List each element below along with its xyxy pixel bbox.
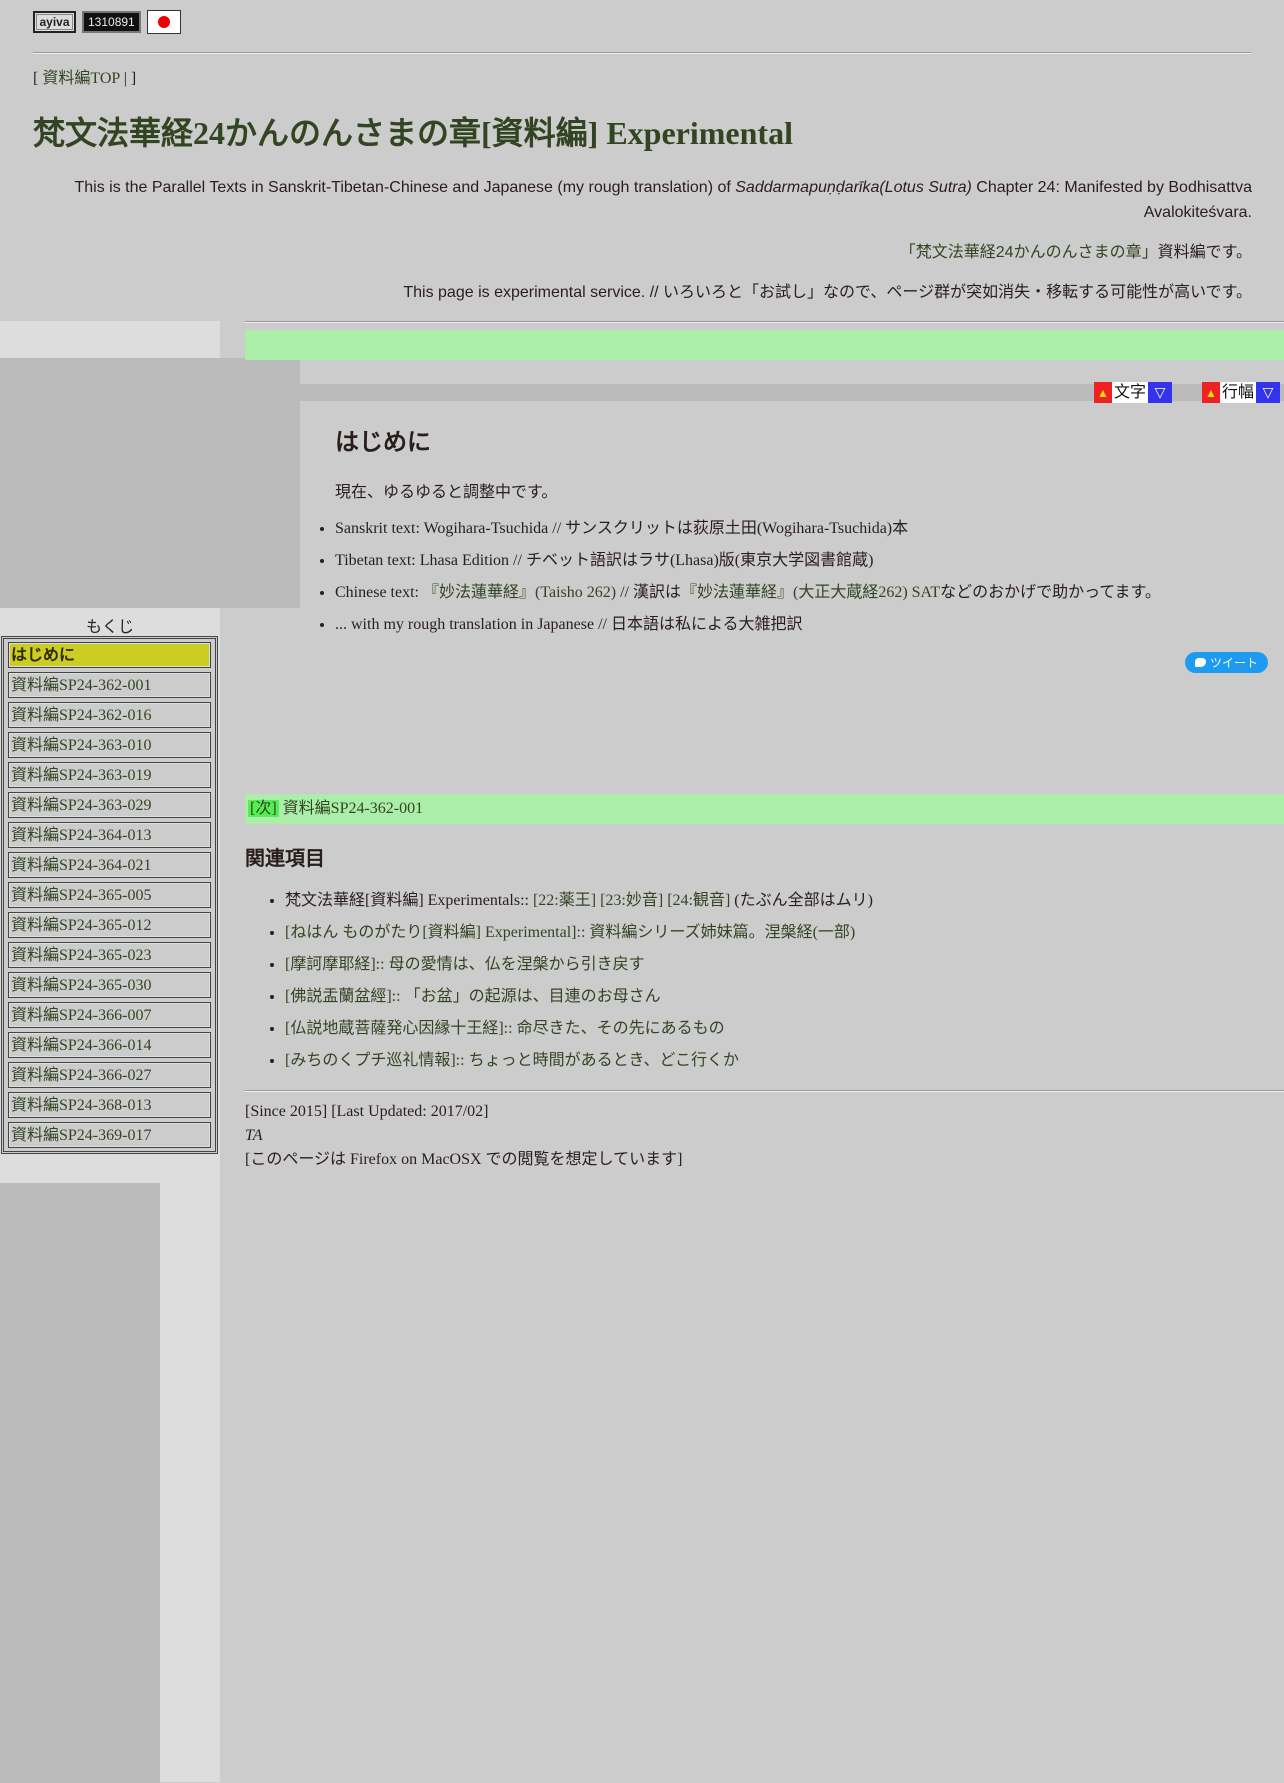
breadcrumb: [ 資料編TOP | ] [33, 64, 136, 88]
toc-item[interactable]: 資料編SP24-366-027 [8, 1062, 211, 1088]
breadcrumb-close: | ] [119, 70, 137, 87]
header-divider [33, 52, 1251, 54]
related-title: 関連項目 [245, 846, 325, 870]
toc-item[interactable]: 資料編SP24-365-005 [8, 882, 211, 908]
related-link-michinoku[interactable]: [みちのくプチ巡礼情報] [285, 1052, 456, 1069]
intro-japanese: 「梵文法華経24かんのんさまの章」資料編です。 [52, 240, 1252, 265]
toc-item[interactable]: 資料編SP24-364-013 [8, 822, 211, 848]
related-text: :: ちょっと時間があるとき、どこ行くか [455, 1052, 739, 1069]
toc-list: はじめに 資料編SP24-362-001 資料編SP24-362-016 資料編… [1, 636, 218, 1154]
footer-dates: [Since 2015] [Last Updated: 2017/02] [245, 1103, 489, 1120]
toc-item[interactable]: 資料編SP24-365-023 [8, 942, 211, 968]
font-down-icon[interactable]: ▽ [1147, 382, 1172, 403]
toc-item[interactable]: 資料編SP24-362-001 [8, 672, 211, 698]
toc-item[interactable]: 資料編SP24-368-013 [8, 1092, 211, 1118]
related-text: :: 「お盆」の起源は、目連のお母さん [391, 988, 661, 1005]
related-list: 梵文法華経[資料編] Experimentals:: [22:薬王] [23:妙… [265, 890, 1284, 1082]
source-label: Chinese text: [335, 584, 423, 601]
toc-item-intro[interactable]: はじめに [8, 642, 211, 668]
list-item: 梵文法華経[資料編] Experimentals:: [22:薬王] [23:妙… [285, 890, 1284, 922]
intro-english: This is the Parallel Texts in Sanskrit-T… [52, 175, 1252, 225]
tweet-button[interactable]: ツイート [1184, 652, 1268, 673]
intro-text-after: Chapter 24: Manifested by Bodhisattva Av… [971, 179, 1252, 221]
toc-label: もくじ [85, 619, 134, 636]
ad-placeholder-bottom [0, 1183, 160, 1783]
site-logo-button[interactable]: ayiva [33, 11, 76, 33]
list-item: [佛説盂蘭盆經]:: 「お盆」の起源は、目連のお母さん [285, 986, 1284, 1018]
width-up-icon[interactable]: ▲ [1201, 382, 1220, 403]
related-link-urabon[interactable]: [佛説盂蘭盆經] [285, 988, 392, 1005]
japan-flag-icon[interactable] [146, 10, 181, 34]
next-tag: [次] [248, 800, 279, 817]
chapter-link[interactable]: 「梵文法華経24かんのんさまの章」 [900, 244, 1158, 261]
visit-counter: 1310891 [82, 11, 141, 33]
related-link-24[interactable]: [24:観音] [667, 892, 730, 909]
related-link-22[interactable]: [22:薬王] [533, 892, 596, 909]
nav-bar-bottom: [次] 資料編SP24-362-001 [245, 794, 1284, 824]
font-up-icon[interactable]: ▲ [1093, 382, 1112, 403]
twitter-bird-icon [1194, 658, 1206, 667]
nav-bar-top [245, 330, 1284, 360]
related-link-nehan[interactable]: [ねはん ものがたり[資料編] Experimental] [285, 924, 577, 941]
intro2-text: 資料編です。 [1157, 244, 1252, 261]
author-name: TA [245, 1127, 263, 1144]
section-note: 現在、ゆるゆると調整中です。 [335, 482, 558, 501]
toc-item[interactable]: 資料編SP24-362-016 [8, 702, 211, 728]
related-text: :: 資料編シリーズ姉妹篇。涅槃経(一部) [576, 924, 856, 941]
list-item: ... with my rough translation in Japanes… [335, 614, 1284, 646]
source-list: Sanskrit text: Wogihara-Tsuchida // サンスク… [315, 518, 1284, 646]
toc-item[interactable]: 資料編SP24-363-010 [8, 732, 211, 758]
intro-text: This is the Parallel Texts in Sanskrit-T… [74, 179, 736, 196]
related-text: :: 母の愛情は、仏を涅槃から引き戻す [375, 956, 645, 973]
font-size-label: 文字 [1111, 382, 1148, 403]
footer-browser-note: [このページは Firefox on MacOSX での閲覧を想定しています] [245, 1151, 683, 1168]
related-link-maya[interactable]: [摩訶摩耶経] [285, 956, 376, 973]
list-item: [みちのくプチ巡礼情報]:: ちょっと時間があるとき、どこ行くか [285, 1050, 1284, 1082]
line-width-label: 行幅 [1219, 382, 1256, 403]
display-controls: ▲ 文字 ▽ ▲ 行幅 ▽ [1093, 382, 1280, 403]
list-item: Chinese text: 『妙法蓮華経』(Taisho 262) // 漢訳は… [335, 582, 1284, 614]
source-text: // 漢訳は [616, 584, 681, 601]
toc-item[interactable]: 資料編SP24-366-014 [8, 1032, 211, 1058]
related-link-jizo[interactable]: [仏説地蔵菩薩発心因縁十王経] [285, 1020, 504, 1037]
footer-author: TA [245, 1124, 682, 1148]
footer-divider [245, 1090, 1284, 1092]
toc-item[interactable]: 資料編SP24-364-021 [8, 852, 211, 878]
experimental-notice: This page is experimental service. // いろ… [403, 284, 1252, 301]
source-text: などのおかげで助かってます。 [940, 584, 1161, 601]
related-link-23[interactable]: [23:妙音] [600, 892, 663, 909]
toc-item[interactable]: 資料編SP24-369-017 [8, 1122, 211, 1148]
next-page-link[interactable]: 資料編SP24-362-001 [283, 800, 423, 817]
toc-item[interactable]: 資料編SP24-365-030 [8, 972, 211, 998]
list-item: Sanskrit text: Wogihara-Tsuchida // サンスク… [335, 518, 1284, 550]
footer: [Since 2015] [Last Updated: 2017/02] TA … [245, 1100, 682, 1172]
related-text: (たぶん全部はムリ) [730, 892, 873, 909]
list-item: Tibetan text: Lhasa Edition // チベット語訳はラサ… [335, 550, 1284, 582]
list-item: [ねはん ものがたり[資料編] Experimental]:: 資料編シリーズ姉… [285, 922, 1284, 954]
top-badges: ayiva 1310891 [33, 10, 181, 34]
breadcrumb-top-link[interactable]: 資料編TOP [42, 70, 119, 87]
tweet-label: ツイート [1209, 656, 1258, 670]
sat-link[interactable]: 『妙法蓮華経』(大正大蔵経262) SAT [681, 584, 940, 601]
related-text: :: 命尽きた、その先にあるもの [503, 1020, 725, 1037]
toc-item[interactable]: 資料編SP24-366-007 [8, 1002, 211, 1028]
list-item: [摩訶摩耶経]:: 母の愛情は、仏を涅槃から引き戻す [285, 954, 1284, 986]
toc-item[interactable]: 資料編SP24-363-019 [8, 762, 211, 788]
ad-placeholder-top [0, 358, 300, 608]
related-text: 梵文法華経[資料編] Experimentals:: [285, 892, 533, 909]
section-title: はじめに [335, 428, 431, 456]
toc-item[interactable]: 資料編SP24-365-012 [8, 912, 211, 938]
toc-item[interactable]: 資料編SP24-363-029 [8, 792, 211, 818]
page-title: 梵文法華経24かんのんさまの章[資料編] Experimental [33, 115, 793, 151]
taisho-link[interactable]: 『妙法蓮華経』(Taisho 262) [423, 584, 616, 601]
main-divider [245, 321, 1284, 323]
list-item: [仏説地蔵菩薩発心因縁十王経]:: 命尽きた、その先にあるもの [285, 1018, 1284, 1050]
width-down-icon[interactable]: ▽ [1256, 382, 1280, 403]
intro-sutra-title: Saddarmapuṇḍarīka(Lotus Sutra) [735, 179, 972, 196]
breadcrumb-open: [ [33, 70, 43, 87]
